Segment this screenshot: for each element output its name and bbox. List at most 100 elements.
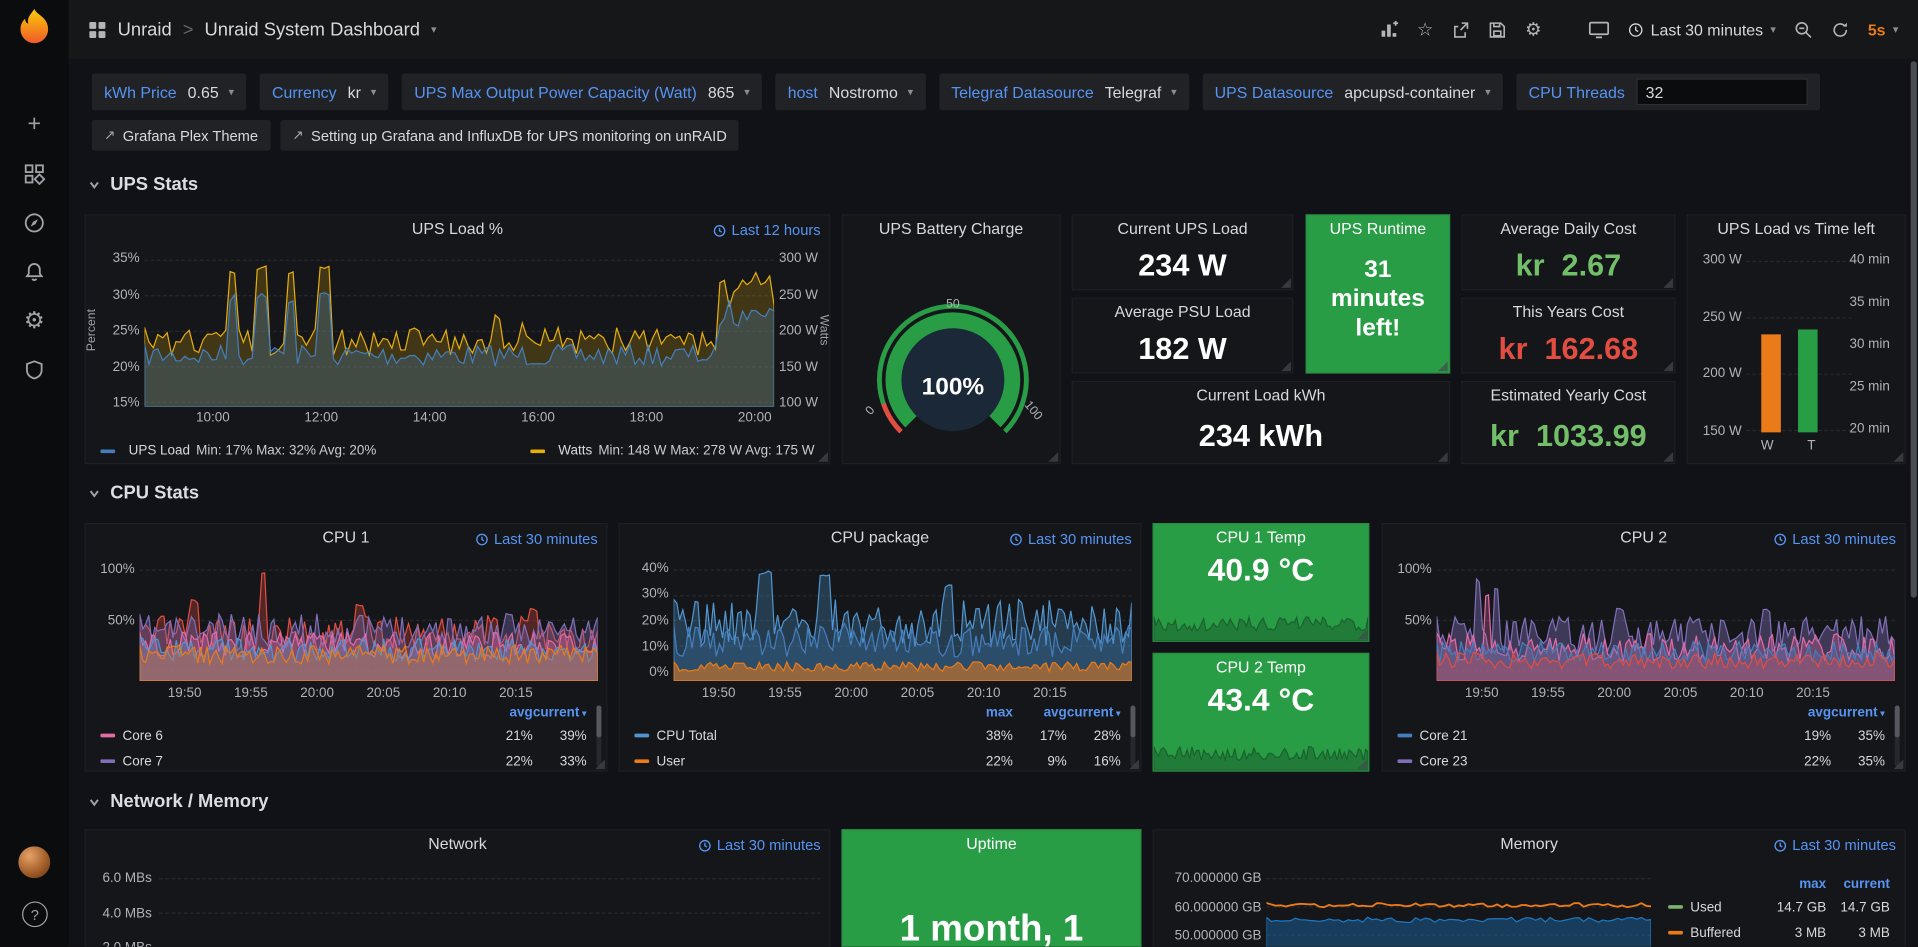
variable-value[interactable]: apcupsd-container bbox=[1344, 83, 1475, 101]
grafana-logo[interactable] bbox=[11, 6, 58, 53]
memory-chart[interactable] bbox=[1266, 867, 1651, 947]
ups-load-chart[interactable] bbox=[145, 251, 775, 407]
save-icon[interactable] bbox=[1488, 20, 1506, 38]
series-name[interactable]: Watts bbox=[558, 443, 592, 458]
variable-value[interactable]: 865 bbox=[708, 83, 735, 101]
panel-title[interactable]: Average Daily Cost bbox=[1462, 216, 1674, 243]
bar-chart[interactable] bbox=[1747, 252, 1852, 433]
star-icon[interactable]: ☆ bbox=[1417, 18, 1433, 40]
panel-title[interactable]: UPS Battery Charge bbox=[843, 216, 1060, 243]
refresh-icon[interactable] bbox=[1831, 20, 1849, 38]
section-cpu-stats[interactable]: CPU Stats bbox=[88, 483, 199, 504]
series-name[interactable]: UPS Load bbox=[129, 443, 190, 458]
network-chart[interactable] bbox=[159, 867, 820, 947]
series-name[interactable]: User bbox=[656, 754, 959, 769]
cpu-threads-input[interactable] bbox=[1636, 78, 1807, 105]
add-panel-button[interactable] bbox=[1379, 20, 1399, 40]
series-name[interactable]: Core 23 bbox=[1420, 754, 1778, 769]
panel-resize-handle[interactable] bbox=[1894, 452, 1904, 462]
zoom-out-icon[interactable] bbox=[1794, 20, 1812, 38]
panel-resize-handle[interactable] bbox=[1438, 361, 1448, 371]
panel-resize-handle[interactable] bbox=[1663, 452, 1673, 462]
legend-col-avg[interactable]: avg bbox=[1013, 705, 1067, 720]
panel-title[interactable]: UPS Load vs Time left bbox=[1688, 216, 1905, 243]
panel-title[interactable]: Current UPS Load bbox=[1073, 216, 1292, 243]
page-scrollbar[interactable] bbox=[1911, 61, 1917, 943]
panel-resize-handle[interactable] bbox=[1663, 278, 1673, 288]
bar-time-left[interactable] bbox=[1798, 329, 1818, 432]
section-network-memory[interactable]: Network / Memory bbox=[88, 791, 268, 812]
dashboard-link[interactable]: ↗ Setting up Grafana and InfluxDB for UP… bbox=[280, 120, 739, 151]
legend-scrollbar[interactable] bbox=[1130, 705, 1135, 766]
series-name[interactable]: Buffered bbox=[1690, 925, 1762, 940]
variable-value[interactable]: 0.65 bbox=[188, 83, 219, 101]
dashboard-title[interactable]: Unraid System Dashboard bbox=[204, 19, 419, 40]
panel-title[interactable]: Average PSU Load bbox=[1073, 299, 1292, 326]
caret-down-icon[interactable]: ▾ bbox=[431, 23, 437, 36]
cpu2-chart[interactable] bbox=[1437, 561, 1895, 681]
settings-gear-icon[interactable]: ⚙ bbox=[1525, 18, 1541, 40]
series-name[interactable]: CPU Total bbox=[656, 728, 959, 743]
panel-time-override[interactable]: Last 30 minutes bbox=[1774, 530, 1896, 547]
panel-resize-handle[interactable] bbox=[1438, 452, 1448, 462]
legend-col-current[interactable]: current▾ bbox=[533, 705, 587, 720]
section-ups-stats[interactable]: UPS Stats bbox=[88, 174, 198, 195]
refresh-interval-picker[interactable]: 5s ▾ bbox=[1868, 20, 1899, 38]
panel-resize-handle[interactable] bbox=[1129, 759, 1139, 769]
variable-dropdown[interactable]: UPS Max Output Power Capacity (Watt) 865… bbox=[402, 73, 762, 110]
dashboards-icon[interactable] bbox=[20, 159, 49, 188]
scrollbar-thumb[interactable] bbox=[1911, 61, 1917, 597]
time-range-picker[interactable]: Last 30 minutes ▾ bbox=[1627, 20, 1776, 38]
share-icon[interactable] bbox=[1452, 20, 1470, 38]
panel-resize-handle[interactable] bbox=[1048, 452, 1058, 462]
variable-dropdown[interactable]: host Nostromo ▾ bbox=[775, 73, 925, 110]
panel-title[interactable]: Current Load kWh bbox=[1073, 382, 1449, 409]
panel-resize-handle[interactable] bbox=[595, 759, 605, 769]
panel-time-override[interactable]: Last 12 hours bbox=[713, 222, 820, 239]
legend-scrollbar[interactable] bbox=[596, 705, 601, 766]
bar-watts[interactable] bbox=[1761, 334, 1781, 432]
series-name[interactable]: Core 7 bbox=[122, 754, 478, 769]
panel-resize-handle[interactable] bbox=[818, 452, 828, 462]
help-icon[interactable]: ? bbox=[22, 901, 48, 927]
variable-dropdown[interactable]: UPS Datasource apcupsd-container ▾ bbox=[1202, 73, 1502, 110]
legend-col-avg[interactable]: avg bbox=[479, 705, 533, 720]
cycle-view-icon[interactable] bbox=[1588, 20, 1609, 40]
alerting-bell-icon[interactable] bbox=[20, 257, 49, 286]
configuration-gear-icon[interactable]: ⚙ bbox=[20, 306, 49, 335]
panel-resize-handle[interactable] bbox=[1357, 759, 1367, 769]
panel-resize-handle[interactable] bbox=[1281, 361, 1291, 371]
panel-resize-handle[interactable] bbox=[1281, 278, 1291, 288]
cpu-package-chart[interactable] bbox=[674, 561, 1132, 681]
panel-title[interactable]: Estimated Yearly Cost bbox=[1462, 382, 1674, 409]
variable-value[interactable]: Telegraf bbox=[1105, 83, 1162, 101]
panel-title[interactable]: Uptime bbox=[843, 830, 1141, 857]
create-icon[interactable]: + bbox=[20, 110, 49, 139]
legend-col-current[interactable]: current▾ bbox=[1067, 705, 1121, 720]
server-admin-shield-icon[interactable] bbox=[20, 355, 49, 384]
legend-col-current[interactable]: current bbox=[1826, 877, 1890, 892]
panel-time-override[interactable]: Last 30 minutes bbox=[476, 530, 598, 547]
series-name[interactable]: Used bbox=[1690, 900, 1762, 915]
series-name[interactable]: Core 21 bbox=[1420, 728, 1778, 743]
panel-title[interactable]: CPU 1 Temp bbox=[1154, 524, 1368, 551]
explore-icon[interactable] bbox=[20, 208, 49, 237]
variable-dropdown[interactable]: Currency kr ▾ bbox=[260, 73, 389, 110]
variable-dropdown[interactable]: Telegraf Datasource Telegraf ▾ bbox=[939, 73, 1189, 110]
panel-title[interactable]: CPU 2 Temp bbox=[1154, 654, 1368, 681]
apps-grid-icon[interactable] bbox=[88, 20, 106, 38]
panel-time-override[interactable]: Last 30 minutes bbox=[1774, 837, 1896, 854]
panel-time-override[interactable]: Last 30 minutes bbox=[1010, 530, 1132, 547]
panel-title[interactable]: UPS Runtime bbox=[1307, 216, 1449, 243]
panel-resize-handle[interactable] bbox=[1357, 630, 1367, 640]
dashboard-link[interactable]: ↗ Grafana Plex Theme bbox=[92, 120, 270, 151]
panel-resize-handle[interactable] bbox=[1663, 361, 1673, 371]
legend-scrollbar[interactable] bbox=[1895, 705, 1900, 766]
legend-col-max[interactable]: max bbox=[959, 705, 1013, 720]
legend-col-max[interactable]: max bbox=[1762, 877, 1826, 892]
panel-time-override[interactable]: Last 30 minutes bbox=[698, 837, 820, 854]
variable-dropdown[interactable]: kWh Price 0.65 ▾ bbox=[92, 73, 246, 110]
breadcrumb-org[interactable]: Unraid bbox=[118, 19, 172, 40]
panel-resize-handle[interactable] bbox=[1894, 759, 1904, 769]
series-name[interactable]: Core 6 bbox=[122, 728, 478, 743]
